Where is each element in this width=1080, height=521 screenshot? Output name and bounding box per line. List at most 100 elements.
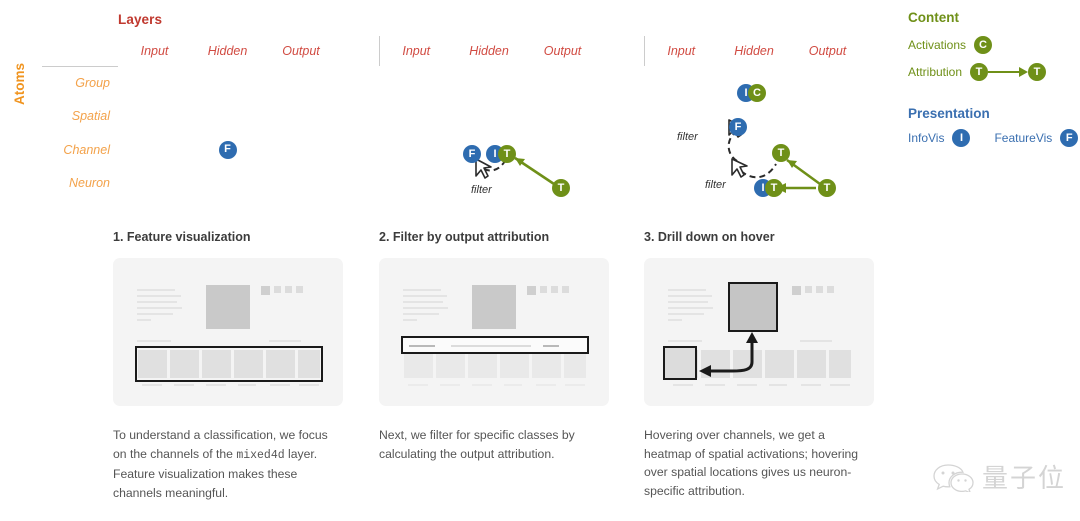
matrix-3-cell-channel-hidden[interactable] (718, 133, 791, 167)
panels-section: 1. Feature visualization To understand a… (0, 230, 900, 521)
highlight-channel-row (135, 346, 323, 382)
badge-infovis: I (952, 129, 971, 147)
matrix-1-cell-channel-output[interactable] (264, 133, 338, 167)
panel-2-caption: Next, we filter for specific classes by … (379, 426, 609, 463)
arrow-right-icon (988, 67, 1029, 77)
layers-title: Layers (118, 12, 163, 27)
panel-1-thumbnail[interactable] (113, 258, 343, 406)
legend-attribution-label: Attribution (908, 65, 963, 79)
matrix-1-cell-neuron-hidden[interactable] (191, 167, 264, 201)
matrix-1-cell-channel-hidden[interactable]: F (191, 133, 264, 167)
matrix-1-cell-neuron-output[interactable] (264, 167, 338, 201)
badge-activations: C (974, 36, 993, 54)
badge-attribution-source: T (970, 63, 989, 81)
matrix-2-cell-channel-hidden[interactable] (453, 133, 526, 167)
panel-1-title: 1. Feature visualization (113, 230, 251, 244)
panel-drill-down-on-hover: 3. Drill down on hover Hovering over cha… (644, 230, 874, 500)
matrix-1: Input Hidden Output Group Spatial Channe… (42, 36, 338, 201)
matrix-3-cell-neuron-input[interactable] (645, 167, 718, 201)
matrix-3-cell-spatial-output[interactable] (791, 100, 865, 134)
matrix-2-col-output: Output (543, 44, 582, 58)
matrix-2-cell-channel-input[interactable] (380, 133, 453, 167)
legend-panel: Content Activations C Attribution T T Pr… (908, 10, 1080, 147)
matrix-1-cell-spatial-output[interactable] (264, 100, 338, 134)
legend-presentation-title: Presentation (908, 106, 990, 121)
legend-infovis-group: InfoVis I (908, 129, 971, 147)
matrix-1-col-output: Output (282, 44, 320, 58)
panel-1-caption: To understand a classification, we focus… (113, 426, 343, 502)
matrix-1-col-hidden: Hidden (207, 44, 248, 58)
panel-2-caption-part1: Next, we filter for specific classes by … (379, 428, 575, 461)
watermark: 量子位 (933, 458, 1066, 495)
matrix-2-cell-spatial-hidden[interactable] (453, 100, 526, 134)
matrix-3-col-input: Input (644, 36, 718, 66)
matrix-2-cell-channel-output[interactable] (526, 133, 600, 167)
panel-3-thumbnail[interactable] (644, 258, 874, 406)
matrix-3-col-hidden: Hidden (734, 44, 774, 58)
matrix-2-cell-spatial-input[interactable] (380, 100, 453, 134)
matrix-3: Input Hidden Output I C F T I T T filter… (644, 36, 864, 201)
matrix-1-cell-spatial-hidden[interactable] (191, 100, 264, 134)
matrix-3-cell-channel-output[interactable] (791, 133, 865, 167)
panel-feature-visualization: 1. Feature visualization To understand a… (113, 230, 343, 502)
matrix-2-cell-group-output[interactable] (526, 66, 600, 100)
matrix-1-corner (42, 36, 118, 67)
matrix-3-col-output: Output (808, 44, 847, 58)
matrix-2: Input Hidden Output F I T T filter (379, 36, 599, 201)
matrix-1-cell-group-input[interactable] (118, 66, 191, 100)
panel-3-caption-part1: Hovering over channels, we get a heatmap… (644, 428, 859, 498)
wechat-icon (933, 463, 974, 492)
matrix-2-grid: Input Hidden Output (379, 36, 600, 200)
watermark-text: 量子位 (981, 464, 1066, 494)
filter-searchbar[interactable] (401, 336, 589, 354)
matrix-2-cell-spatial-output[interactable] (526, 100, 600, 134)
matrix-3-cell-group-output[interactable] (791, 66, 865, 100)
matrix-1-grid: Input Hidden Output Group Spatial Channe… (42, 36, 338, 200)
matrix-2-cell-group-hidden[interactable] (453, 66, 526, 100)
attribution-arrow-group: T T (970, 63, 1047, 81)
matrix-1-col-input: Input (140, 44, 169, 58)
matrix-section: Layers Atoms Input Hidden Output Group S… (0, 0, 900, 215)
matrix-3-cell-channel-input[interactable] (645, 133, 718, 167)
matrix-2-cell-neuron-output[interactable] (526, 167, 600, 201)
matrix-3-cell-group-input[interactable] (645, 66, 718, 100)
matrix-1-cell-group-output[interactable] (264, 66, 338, 100)
drill-down-arrows (699, 332, 758, 377)
legend-content-title: Content (908, 10, 959, 25)
matrix-1-cell-neuron-input[interactable] (118, 167, 191, 201)
matrix-3-cell-spatial-hidden[interactable] (718, 100, 791, 134)
legend-row-presentation: InfoVis I FeatureVis F (908, 129, 1080, 147)
matrix-3-grid: Input Hidden Output (644, 36, 865, 200)
legend-row-activations: Activations C (908, 33, 1080, 57)
matrix-1-cell-group-hidden[interactable] (191, 66, 264, 100)
matrix-2-col-input: Input (379, 36, 453, 66)
badge-featurevis[interactable]: F (218, 140, 237, 159)
matrix-2-cell-neuron-input[interactable] (380, 167, 453, 201)
legend-row-attribution: Attribution T T (908, 60, 1080, 84)
atoms-title: Atoms (12, 62, 27, 105)
matrix-1-row-channel: Channel (63, 142, 110, 157)
panel-2-title: 2. Filter by output attribution (379, 230, 550, 244)
matrix-1-row-spatial: Spatial (71, 109, 110, 124)
matrix-2-col-hidden: Hidden (469, 44, 509, 58)
panel-2-thumbnail[interactable] (379, 258, 609, 406)
matrix-1-cell-spatial-input[interactable] (118, 100, 191, 134)
panel-1-caption-code: mixed4d (236, 448, 285, 462)
matrix-2-cell-neuron-hidden[interactable] (453, 167, 526, 201)
legend-activations-label: Activations (908, 38, 967, 52)
legend-featurevis-group: FeatureVis F (994, 129, 1079, 147)
badge-attribution-target: T (1028, 63, 1047, 81)
panel-3-title: 3. Drill down on hover (644, 230, 775, 244)
matrix-3-cell-spatial-input[interactable] (645, 100, 718, 134)
badge-featurevis: F (1060, 129, 1079, 147)
legend-infovis-label: InfoVis (908, 131, 945, 145)
matrix-3-cell-neuron-output[interactable] (791, 167, 865, 201)
panel-3-caption: Hovering over channels, we get a heatmap… (644, 426, 874, 500)
matrix-1-cell-channel-input[interactable] (118, 133, 191, 167)
matrix-1-row-neuron: Neuron (69, 176, 110, 191)
panel-filter-by-output-attribution: 2. Filter by output attribution Next, we… (379, 230, 609, 463)
matrix-3-cell-group-hidden[interactable] (718, 66, 791, 100)
matrix-3-cell-neuron-hidden[interactable] (718, 167, 791, 201)
matrix-2-cell-group-input[interactable] (380, 66, 453, 100)
matrix-1-row-group: Group (75, 76, 110, 90)
